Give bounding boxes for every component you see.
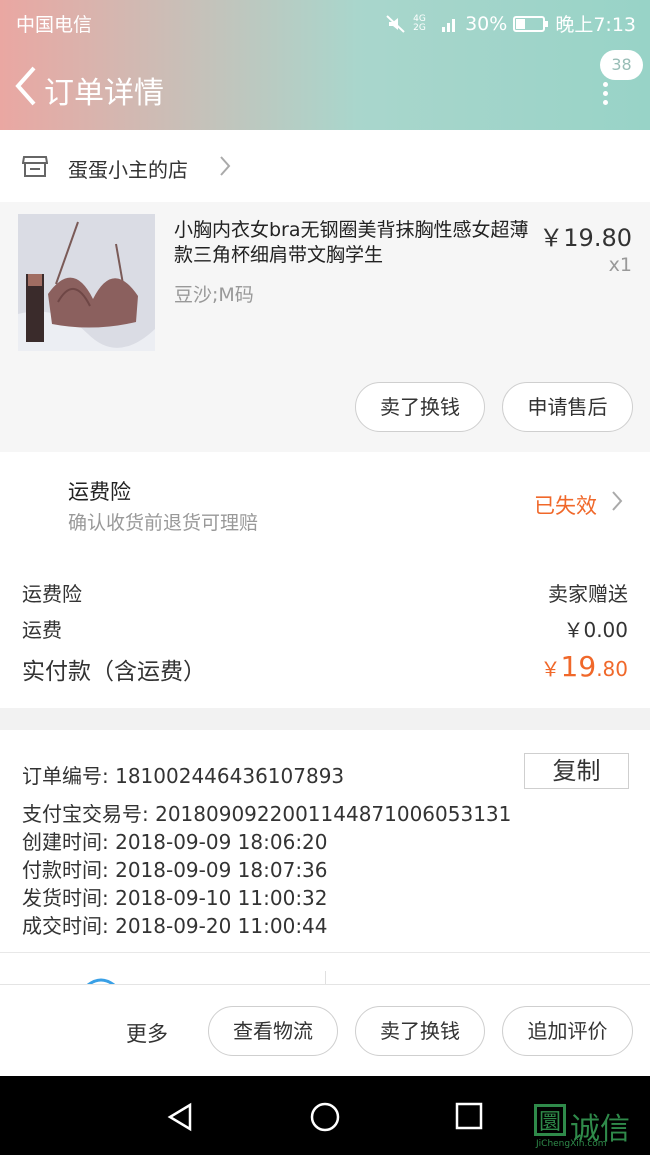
paid-decimal: .80: [596, 657, 628, 681]
product-title[interactable]: 小胸内衣女bra无钢圈美背抹胸性感女超薄款三角杯细肩带文胸学生: [174, 218, 534, 268]
copy-button[interactable]: 复制: [524, 753, 629, 789]
created-time: 创建时间: 2018-09-09 18:06:20: [22, 830, 328, 854]
product-card: 小胸内衣女bra无钢圈美背抹胸性感女超薄款三角杯细肩带文胸学生 豆沙;M码 ￥1…: [0, 202, 650, 452]
fee-summary: 运费险 卖家赠送 运费 ￥0.00 实付款（含运费） ￥19.80: [0, 552, 650, 708]
fee-shipping-value: ￥0.00: [563, 618, 628, 642]
battery-icon: [513, 15, 549, 32]
paid-time: 付款时间: 2018-09-09 18:07:36: [22, 858, 328, 882]
product-price: ￥19.80: [539, 224, 632, 252]
fee-insurance-value: 卖家赠送: [548, 582, 628, 606]
sell-item-button-bottom[interactable]: 卖了换钱: [355, 1006, 485, 1056]
watermark-logo: 圜: [534, 1104, 566, 1136]
back-arrow-icon[interactable]: [12, 64, 40, 108]
shipping-insurance-row[interactable]: 运费险 确认收货前退货可理赔 已失效: [0, 452, 650, 552]
carrier-label: 中国电信: [16, 14, 93, 36]
insurance-status: 已失效: [534, 494, 597, 518]
fee-shipping-label: 运费: [22, 618, 62, 642]
page-title: 订单详情: [44, 76, 164, 111]
alipay-trade-number: 支付宝交易号: 2018090922001144871006053131: [22, 802, 512, 826]
shop-row[interactable]: 蛋蛋小主的店: [0, 130, 650, 202]
shop-icon: [22, 156, 48, 177]
sell-item-button[interactable]: 卖了换钱: [355, 382, 485, 432]
signal-icon: [442, 18, 456, 32]
home-circle-icon[interactable]: [309, 1101, 341, 1133]
product-quantity: x1: [608, 254, 632, 276]
paid-integer: 19: [560, 650, 597, 683]
battery-percent: 30%: [465, 12, 508, 35]
more-button[interactable]: 更多: [126, 1018, 168, 1048]
chevron-right-icon: [612, 491, 623, 511]
view-logistics-button[interactable]: 查看物流: [208, 1006, 338, 1056]
order-number: 订单编号: 181002446436107893: [22, 764, 345, 788]
insurance-title: 运费险: [68, 480, 131, 504]
bottom-action-bar: 更多 查看物流 卖了换钱 追加评价: [0, 984, 650, 1076]
more-menu-icon[interactable]: [603, 82, 609, 105]
header: 中国电信 4G 2G 30% 晚上7:13 订单详情 38: [0, 0, 650, 130]
divider: [325, 971, 326, 985]
recents-square-icon[interactable]: [455, 1102, 483, 1130]
after-sale-button[interactable]: 申请售后: [502, 382, 633, 432]
paid-label: 实付款（含运费）: [22, 659, 206, 685]
contact-row[interactable]: [0, 952, 650, 985]
watermark-url: JiChengXin.com: [536, 1139, 607, 1149]
mute-icon: [386, 14, 405, 33]
product-sku: 豆沙;M码: [174, 284, 254, 306]
clock: 晚上7:13: [555, 14, 636, 36]
system-nav-bar: 圜 诚信 JiChengXin.com: [0, 1076, 650, 1155]
completed-time: 成交时间: 2018-09-20 11:00:44: [22, 914, 328, 938]
paid-currency: ￥: [540, 657, 561, 681]
back-triangle-icon[interactable]: [166, 1102, 194, 1132]
chevron-right-icon: [220, 156, 231, 176]
status-bar: 中国电信 4G 2G 30% 晚上7:13: [0, 0, 650, 44]
shop-name: 蛋蛋小主的店: [68, 158, 188, 182]
status-icons: 4G 2G 30% 晚上7:13: [385, 10, 636, 37]
shipped-time: 发货时间: 2018-09-10 11:00:32: [22, 886, 328, 910]
fee-insurance-label: 运费险: [22, 582, 82, 606]
add-review-button[interactable]: 追加评价: [502, 1006, 633, 1056]
message-count-badge[interactable]: 38: [600, 50, 643, 80]
product-image[interactable]: [18, 214, 155, 351]
insurance-subtitle: 确认收货前退货可理赔: [68, 512, 259, 534]
section-divider: [0, 708, 650, 730]
paid-amount: ￥19.80: [541, 650, 628, 683]
order-info: 订单编号: 181002446436107893 复制 支付宝交易号: 2018…: [0, 730, 650, 952]
network-label: 4G 2G: [413, 13, 426, 33]
